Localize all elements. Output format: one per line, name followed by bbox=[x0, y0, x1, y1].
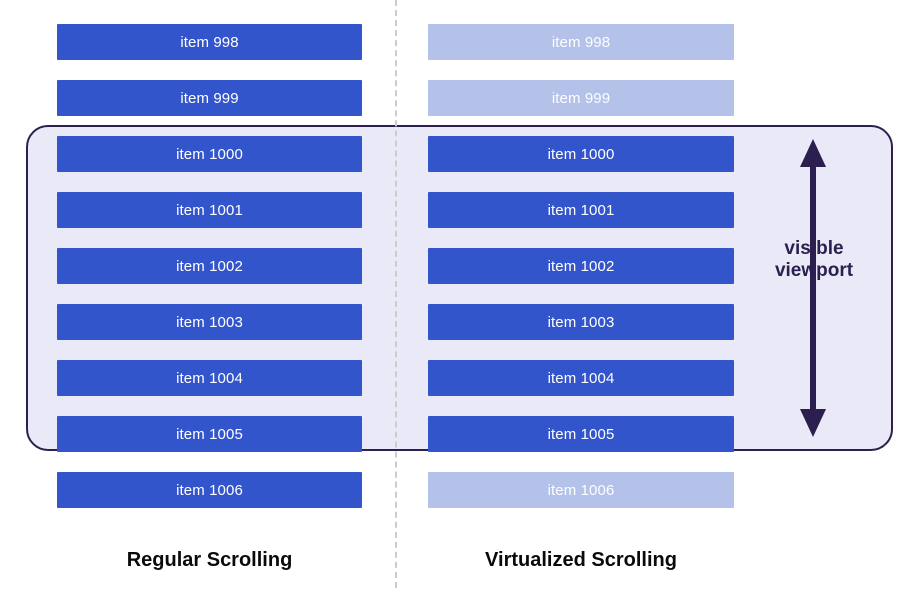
list-item[interactable]: item 999 bbox=[57, 80, 362, 116]
list-item[interactable]: item 1002 bbox=[57, 248, 362, 284]
regular-scrolling-caption: Regular Scrolling bbox=[126, 549, 293, 571]
visible-viewport-box bbox=[26, 125, 893, 451]
list-item[interactable]: item 998 bbox=[428, 24, 734, 60]
list-item[interactable]: item 1002 bbox=[428, 248, 734, 284]
list-item[interactable]: item 999 bbox=[428, 80, 734, 116]
list-item[interactable]: item 1005 bbox=[428, 416, 734, 452]
column-divider bbox=[395, 0, 397, 588]
list-item[interactable]: item 1003 bbox=[428, 304, 734, 340]
list-item[interactable]: item 1003 bbox=[57, 304, 362, 340]
list-item[interactable]: item 1005 bbox=[57, 416, 362, 452]
list-item[interactable]: item 1000 bbox=[57, 136, 362, 172]
list-item[interactable]: item 998 bbox=[57, 24, 362, 60]
list-item[interactable]: item 1006 bbox=[428, 472, 734, 508]
list-item[interactable]: item 1000 bbox=[428, 136, 734, 172]
virtualized-scrolling-caption: Virtualized Scrolling bbox=[485, 549, 677, 571]
list-item[interactable]: item 1004 bbox=[57, 360, 362, 396]
virtualized-scrolling-diagram: item 998 item 999 item 1000 item 1001 item 1… bbox=[0, 0, 917, 609]
list-item[interactable]: item 1004 bbox=[428, 360, 734, 396]
list-item[interactable]: item 1006 bbox=[57, 472, 362, 508]
list-item[interactable]: item 1001 bbox=[428, 192, 734, 228]
list-item[interactable]: item 1001 bbox=[57, 192, 362, 228]
